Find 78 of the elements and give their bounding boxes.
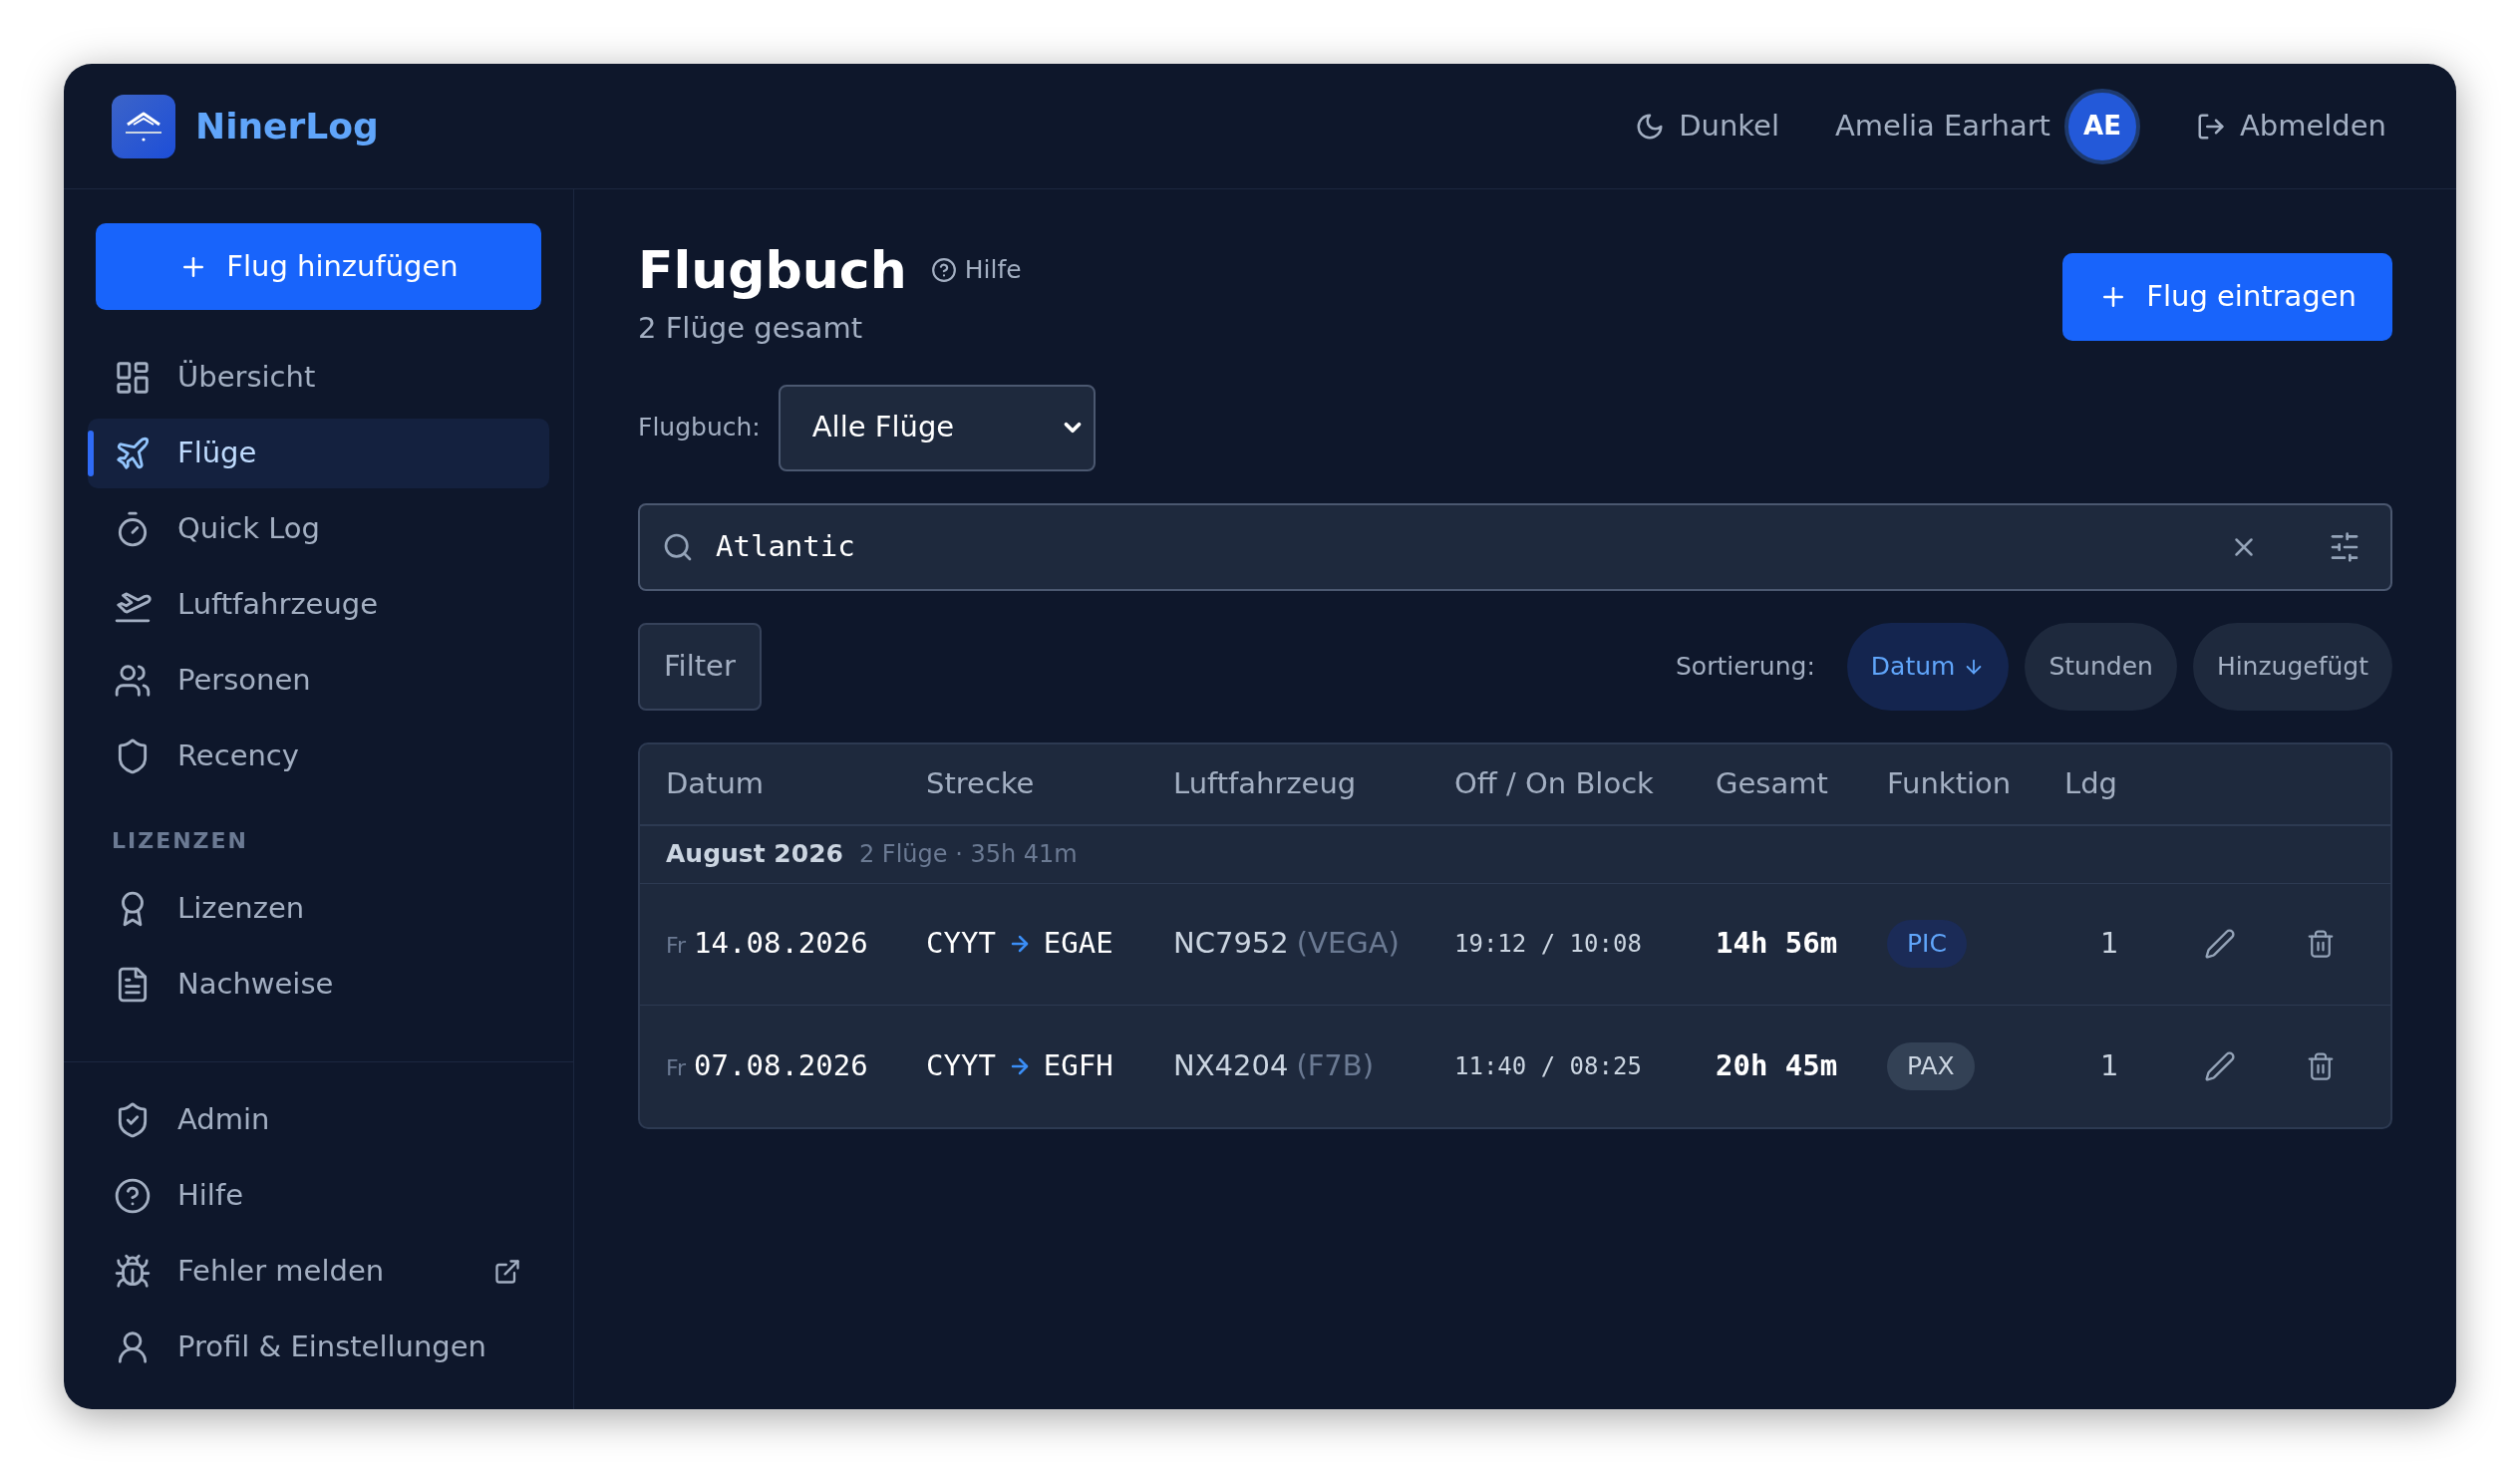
sort-chip[interactable]: Stunden [2025, 622, 2177, 711]
nav-item[interactable]: Fehler melden [88, 1237, 549, 1307]
flight-count: 2 Flüge gesamt [638, 310, 863, 347]
filter-settings-button[interactable] [2329, 530, 2361, 563]
sort-chip[interactable]: Hinzugefügt [2192, 622, 2392, 711]
column-header: Luftfahrzeug [1173, 764, 1358, 802]
search-input[interactable]: Atlantic [716, 524, 2207, 569]
help-icon [114, 1177, 152, 1215]
nav-item[interactable]: Quick Log [88, 494, 549, 564]
arrival-code: EGFH [1043, 1046, 1113, 1084]
help-link[interactable]: Hilfe [930, 251, 1022, 289]
trash-icon [2306, 929, 2336, 959]
column-header: Datum [666, 764, 766, 802]
group-summary: 2 Flüge · 35h 41m [858, 839, 1078, 870]
nav-item[interactable]: Admin [88, 1085, 549, 1155]
nav-item[interactable]: Personen [88, 646, 549, 716]
registration: NC7952 [1173, 925, 1289, 963]
help-icon [930, 257, 957, 283]
logbook-select[interactable]: Alle Flüge [778, 384, 1096, 471]
flight-date: 07.08.2026 [694, 1046, 868, 1084]
app-name: NinerLog [195, 104, 379, 148]
nav-item[interactable]: Übersicht [88, 343, 549, 413]
sort-chip[interactable]: Datum [1846, 622, 2010, 711]
trash-icon [2306, 1050, 2336, 1081]
add-entry-button[interactable]: Flug eintragen [2062, 253, 2392, 341]
column-header: Gesamt [1716, 764, 1829, 802]
aircraft-type: (F7B) [1296, 1046, 1375, 1084]
weekday: Fr [666, 932, 687, 961]
sort-label: Sortierung: [1676, 650, 1815, 683]
edit-button[interactable] [2204, 1049, 2236, 1082]
function-tag: PIC [1887, 920, 1967, 968]
pencil-icon [2204, 928, 2236, 960]
sliders-icon [2329, 530, 2361, 563]
section-title: LIZENZEN [111, 827, 249, 855]
group-title: August 2026 [666, 838, 843, 871]
landings: 1 [2099, 925, 2120, 963]
dashboard-icon [114, 359, 152, 397]
departure-code: CYYT [926, 1046, 996, 1084]
nav-item[interactable]: Lizenzen [88, 874, 549, 944]
nav-item[interactable]: Hilfe [88, 1161, 549, 1231]
search-field[interactable]: Atlantic [638, 502, 2392, 591]
column-header: Ldg [2064, 764, 2118, 802]
block-times: 19:12 / 10:08 [1454, 929, 1643, 960]
delete-button[interactable] [2306, 1050, 2336, 1081]
column-header: Strecke [926, 764, 1036, 802]
filter-button[interactable]: Filter [638, 622, 762, 711]
column-header: Funktion [1887, 764, 2013, 802]
total-time: 14h 56m [1716, 925, 1839, 963]
block-times: 11:40 / 08:25 [1454, 1050, 1643, 1082]
bug-icon [114, 1253, 152, 1291]
delete-button[interactable] [2306, 929, 2336, 959]
nav-item[interactable]: Luftfahrzeuge [88, 570, 549, 640]
nav-item[interactable]: Profil & Einstellungen [88, 1313, 549, 1382]
add-flight-button[interactable]: Flug hinzufügen [96, 223, 541, 310]
logbook-label: Flugbuch: [638, 412, 761, 444]
column-header: Off / On Block [1454, 764, 1655, 802]
page-title: Flugbuch [638, 239, 907, 301]
theme-toggle[interactable]: Dunkel [1635, 104, 1779, 148]
nav-item[interactable]: Nachweise [88, 950, 549, 1020]
logo-icon [112, 94, 175, 158]
total-time: 20h 45m [1716, 1046, 1839, 1084]
user-avatar[interactable]: AE [2063, 88, 2140, 164]
function-tag: PAX [1887, 1041, 1975, 1090]
weekday: Fr [666, 1053, 687, 1082]
landings: 1 [2099, 1046, 2120, 1084]
people-icon [114, 662, 152, 700]
nav-item[interactable]: Recency [88, 722, 549, 791]
pencil-icon [2204, 1049, 2236, 1082]
airplane-icon [114, 435, 152, 472]
nav-item[interactable]: Flüge [88, 419, 549, 488]
logout-button[interactable]: Abmelden [2195, 104, 2386, 148]
user-name: Amelia Earhart [1834, 107, 2050, 145]
registration: NX4204 [1173, 1046, 1289, 1084]
flight-date: 14.08.2026 [694, 925, 868, 963]
departure-code: CYYT [926, 925, 996, 963]
aircraft-type: (VEGA) [1296, 925, 1400, 963]
arrival-code: EGAE [1043, 925, 1113, 963]
edit-button[interactable] [2204, 928, 2236, 960]
